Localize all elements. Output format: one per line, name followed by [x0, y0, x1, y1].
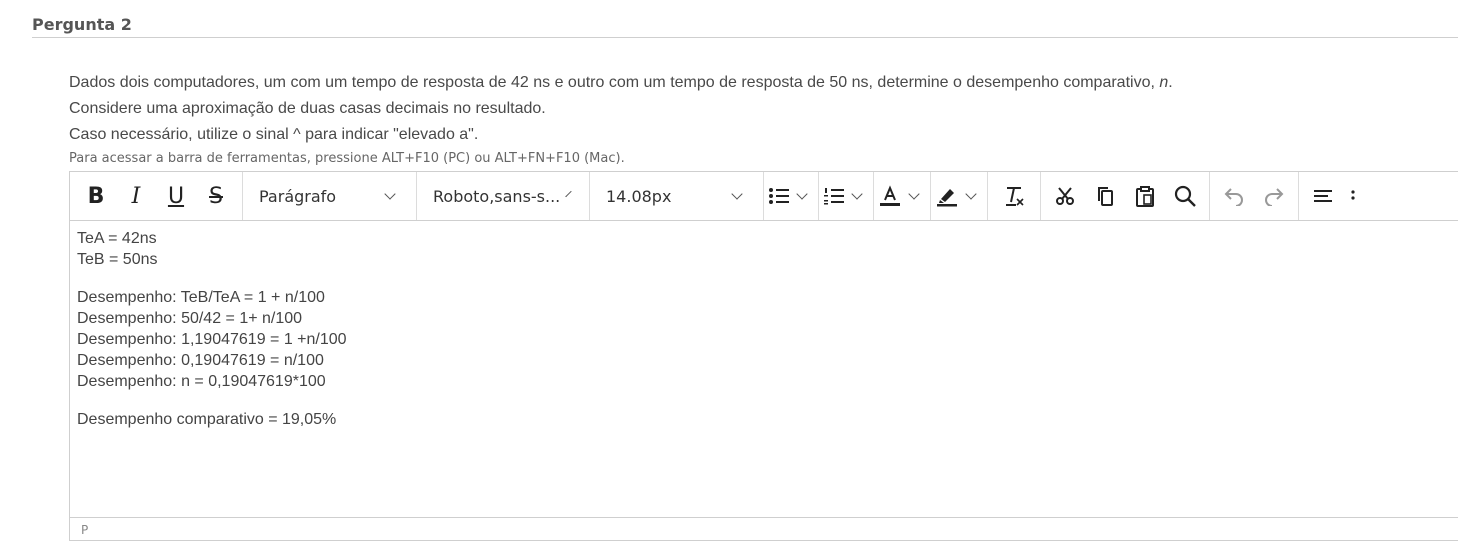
font-size-value: 14.08px — [606, 186, 672, 206]
list-group — [764, 172, 819, 220]
more-vertical-icon — [1351, 190, 1355, 200]
chevron-down-icon — [731, 188, 743, 200]
redo-button[interactable] — [1254, 176, 1294, 216]
paste-icon — [1136, 186, 1154, 207]
clear-format-group — [988, 172, 1041, 220]
history-group — [1210, 172, 1299, 220]
block-format-select[interactable]: Parágrafo — [243, 172, 417, 220]
more-options-button[interactable] — [1343, 176, 1363, 216]
question-header: Pergunta 2 — [32, 14, 1458, 38]
editor-toolbar: B I U S Parágrafo Roboto,sans-s... 14.08… — [70, 172, 1458, 221]
question-line-1-end: . — [1168, 74, 1173, 91]
undo-icon — [1224, 188, 1243, 206]
clear-formatting-icon — [1006, 187, 1024, 206]
numbered-list-button[interactable] — [819, 176, 873, 216]
content-line: Desempenho: 0,19047619 = n/100 — [77, 352, 324, 369]
content-line: Desempenho comparativo = 19,05% — [77, 411, 337, 428]
question-variable: n — [1159, 74, 1169, 91]
content-line: Desempenho: 50/42 = 1+ n/100 — [77, 310, 303, 327]
element-path[interactable]: P — [81, 523, 88, 537]
highlight-button[interactable] — [931, 176, 987, 216]
chevron-down-icon — [565, 190, 572, 198]
content-paragraph-2: Desempenho: TeB/TeA = 1 + n/100 Desempen… — [77, 287, 347, 392]
editor-statusbar: P — [70, 517, 1458, 543]
chevron-down-icon[interactable] — [965, 188, 977, 200]
format-group: B I U S — [70, 172, 243, 220]
numbered-list-icon — [824, 188, 844, 205]
rich-text-editor[interactable]: B I U S Parágrafo Roboto,sans-s... 14.08… — [69, 171, 1458, 541]
undo-button[interactable] — [1214, 176, 1254, 216]
chevron-down-icon[interactable] — [796, 188, 808, 200]
content-paragraph-3: Desempenho comparativo = 19,05% — [77, 409, 347, 430]
search-icon — [1174, 185, 1196, 207]
align-left-button[interactable] — [1303, 176, 1343, 216]
copy-icon — [1098, 187, 1113, 206]
text-color-icon — [880, 185, 900, 206]
question-text: Dados dois computadores, um com um tempo… — [69, 70, 1449, 148]
content-line: Desempenho: 1,19047619 = 1 +n/100 — [77, 331, 347, 348]
chevron-down-icon[interactable] — [908, 188, 920, 200]
align-group — [1299, 172, 1367, 220]
question-line-1-text: Dados dois computadores, um com um tempo… — [69, 74, 1160, 91]
underline-button[interactable]: U — [156, 176, 196, 216]
chevron-down-icon — [384, 188, 396, 200]
question-line-2: Considere uma aproximação de duas casas … — [69, 100, 546, 117]
bold-button[interactable]: B — [76, 176, 116, 216]
clear-formatting-button[interactable] — [994, 176, 1034, 216]
text-color-group — [874, 172, 931, 220]
font-size-select[interactable]: 14.08px — [590, 172, 764, 220]
content-line: TeA = 42ns — [77, 230, 157, 247]
clipboard-group — [1041, 172, 1210, 220]
block-format-value: Parágrafo — [259, 186, 337, 206]
copy-button[interactable] — [1085, 176, 1125, 216]
toolbar-hint: Para acessar a barra de ferramentas, pre… — [69, 151, 625, 166]
content-line: Desempenho: n = 0,19047619*100 — [77, 373, 326, 390]
scissors-icon — [1056, 187, 1074, 205]
question-line-1: Dados dois computadores, um com um tempo… — [69, 70, 1449, 96]
align-left-icon — [1314, 190, 1332, 202]
font-family-select[interactable]: Roboto,sans-s... — [417, 172, 590, 220]
bullet-list-button[interactable] — [764, 176, 818, 216]
italic-button[interactable]: I — [116, 176, 156, 216]
paste-button[interactable] — [1125, 176, 1165, 216]
question-line-3: Caso necessário, utilize o sinal ^ para … — [69, 126, 479, 143]
text-color-button[interactable] — [874, 176, 930, 216]
highlight-group — [931, 172, 988, 220]
content-line: Desempenho: TeB/TeA = 1 + n/100 — [77, 289, 325, 306]
find-button[interactable] — [1165, 176, 1205, 216]
chevron-down-icon[interactable] — [851, 188, 863, 200]
numbered-list-group — [819, 172, 874, 220]
strikethrough-button[interactable]: S — [196, 176, 236, 216]
highlighter-icon — [937, 189, 957, 207]
redo-icon — [1265, 188, 1284, 206]
question-title: Pergunta 2 — [32, 15, 132, 34]
cut-button[interactable] — [1045, 176, 1085, 216]
content-line: TeB = 50ns — [77, 251, 158, 268]
editor-content[interactable]: TeA = 42ns TeB = 50ns Desempenho: TeB/Te… — [77, 228, 347, 447]
bullet-list-icon — [769, 188, 789, 204]
font-family-value: Roboto,sans-s... — [433, 186, 561, 206]
content-paragraph-1: TeA = 42ns TeB = 50ns — [77, 228, 347, 270]
